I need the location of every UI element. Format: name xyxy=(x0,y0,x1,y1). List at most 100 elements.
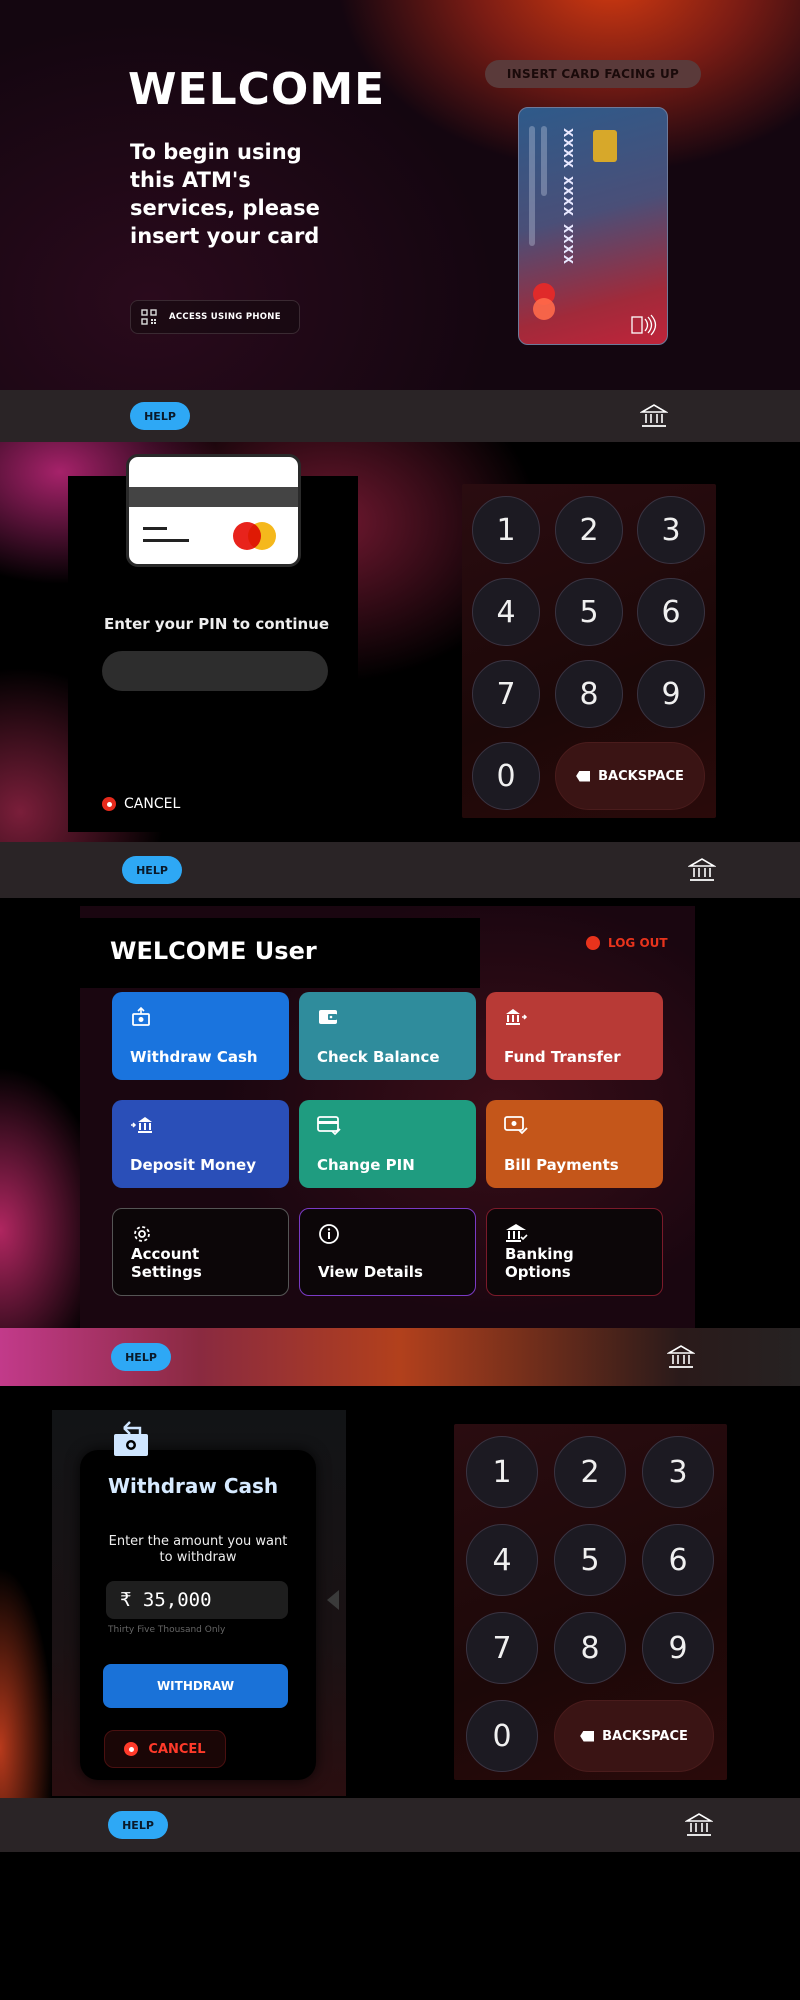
backspace-label: BACKSPACE xyxy=(602,1728,688,1744)
access-using-phone-label: ACCESS USING PHONE xyxy=(169,312,281,322)
welcome-title: WELCOME xyxy=(128,64,386,115)
key-7[interactable]: 7 xyxy=(466,1612,538,1684)
amount-input[interactable]: ₹ 35,000 xyxy=(106,1581,288,1619)
help-bar: HELP xyxy=(0,1328,800,1386)
menu-title: WELCOME User xyxy=(110,937,317,965)
welcome-screen xyxy=(0,0,800,390)
card-logo xyxy=(248,522,276,550)
bill-icon xyxy=(504,1116,528,1135)
bank-icon[interactable] xyxy=(688,857,716,883)
deposit-icon xyxy=(131,1117,152,1133)
key-4[interactable]: 4 xyxy=(472,578,540,646)
tile-withdraw-cash[interactable]: Withdraw Cash xyxy=(112,992,289,1080)
key-3[interactable]: 3 xyxy=(637,496,705,564)
card-line xyxy=(143,527,167,530)
withdraw-title: Withdraw Cash xyxy=(108,1474,279,1498)
tile-label: Fund Transfer xyxy=(504,1048,621,1066)
tile-label: Change PIN xyxy=(317,1156,415,1174)
key-1[interactable]: 1 xyxy=(472,496,540,564)
backspace-button[interactable]: BACKSPACE xyxy=(554,1700,714,1772)
backspace-icon xyxy=(576,770,591,782)
key-0[interactable]: 0 xyxy=(466,1700,538,1772)
key-8[interactable]: 8 xyxy=(555,660,623,728)
welcome-subtitle: To begin using this ATM's services, plea… xyxy=(130,140,320,248)
withdraw-button[interactable]: WITHDRAW xyxy=(103,1664,288,1708)
key-5[interactable]: 5 xyxy=(555,578,623,646)
backspace-icon xyxy=(580,1730,595,1742)
key-9[interactable]: 9 xyxy=(642,1612,714,1684)
bank-transfer-icon xyxy=(506,1009,528,1025)
card-number-group: XXXX xyxy=(561,176,575,218)
key-6[interactable]: 6 xyxy=(637,578,705,646)
info-icon xyxy=(319,1224,339,1244)
card-inserted-illustration xyxy=(126,454,301,567)
key-1[interactable]: 1 xyxy=(466,1436,538,1508)
key-8[interactable]: 8 xyxy=(554,1612,626,1684)
key-9[interactable]: 9 xyxy=(637,660,705,728)
key-7[interactable]: 7 xyxy=(472,660,540,728)
cancel-button[interactable]: CANCEL xyxy=(102,796,180,812)
cancel-icon xyxy=(102,797,116,811)
key-0[interactable]: 0 xyxy=(472,742,540,810)
cancel-icon xyxy=(124,1742,139,1756)
card-number-group: XXXX xyxy=(561,128,575,170)
help-button[interactable]: HELP xyxy=(111,1343,171,1371)
pin-input[interactable] xyxy=(102,651,328,691)
card-pin-icon xyxy=(317,1116,341,1136)
tile-banking-options[interactable]: Banking Options xyxy=(486,1208,663,1296)
qr-code-icon xyxy=(141,309,157,325)
tile-label: Withdraw Cash xyxy=(130,1048,258,1066)
tile-check-balance[interactable]: Check Balance xyxy=(299,992,476,1080)
tile-label: Check Balance xyxy=(317,1048,440,1066)
cancel-label: CANCEL xyxy=(124,796,181,812)
help-button[interactable]: HELP xyxy=(130,402,190,430)
bank-options-icon xyxy=(506,1224,528,1242)
cancel-button[interactable]: CANCEL xyxy=(104,1730,226,1768)
access-using-phone-button[interactable]: ACCESS USING PHONE xyxy=(130,300,300,334)
tile-account-settings[interactable]: Account Settings xyxy=(112,1208,289,1296)
insert-card-badge: INSERT CARD FACING UP xyxy=(485,60,701,88)
logout-label: LOG OUT xyxy=(608,936,668,950)
keypad: 1 2 3 4 5 6 7 8 9 0 BACKSPACE xyxy=(454,1424,727,1780)
help-button[interactable]: HELP xyxy=(108,1811,168,1839)
key-6[interactable]: 6 xyxy=(642,1524,714,1596)
cancel-label: CANCEL xyxy=(148,1741,206,1757)
card-stripe xyxy=(541,126,547,196)
help-bar: HELP xyxy=(0,1798,800,1852)
tile-fund-transfer[interactable]: Fund Transfer xyxy=(486,992,663,1080)
bank-card-illustration: XXXX XXXX XXXX xyxy=(518,107,668,345)
pin-prompt: Enter your PIN to continue xyxy=(104,615,330,633)
key-4[interactable]: 4 xyxy=(466,1524,538,1596)
bank-icon[interactable] xyxy=(685,1812,713,1838)
panel-pointer xyxy=(327,1590,339,1610)
tile-deposit-money[interactable]: Deposit Money xyxy=(112,1100,289,1188)
key-2[interactable]: 2 xyxy=(555,496,623,564)
bank-icon[interactable] xyxy=(667,1344,695,1370)
key-2[interactable]: 2 xyxy=(554,1436,626,1508)
tile-label: Bill Payments xyxy=(504,1156,619,1174)
key-5[interactable]: 5 xyxy=(554,1524,626,1596)
cash-withdraw-icon xyxy=(132,1006,150,1026)
keypad: 1 2 3 4 5 6 7 8 9 0 BACKSPACE xyxy=(462,484,716,818)
card-line xyxy=(143,539,189,542)
tile-label: Account Settings xyxy=(131,1245,202,1281)
tile-label: View Details xyxy=(318,1263,423,1281)
tile-label: Banking Options xyxy=(505,1245,574,1281)
help-button[interactable]: HELP xyxy=(122,856,182,884)
tile-view-details[interactable]: View Details xyxy=(299,1208,476,1296)
key-3[interactable]: 3 xyxy=(642,1436,714,1508)
tile-change-pin[interactable]: Change PIN xyxy=(299,1100,476,1188)
backspace-label: BACKSPACE xyxy=(598,768,684,784)
card-number-group: XXXX xyxy=(561,224,575,266)
gear-icon xyxy=(134,1226,150,1242)
tile-label: Deposit Money xyxy=(130,1156,256,1174)
logout-button[interactable]: LOG OUT xyxy=(586,936,668,950)
amount-in-words: Thirty Five Thousand Only xyxy=(108,1625,226,1635)
card-logo xyxy=(533,298,555,320)
tile-bill-payments[interactable]: Bill Payments xyxy=(486,1100,663,1188)
contactless-icon xyxy=(631,314,657,336)
bank-icon[interactable] xyxy=(640,403,668,429)
backspace-button[interactable]: BACKSPACE xyxy=(555,742,705,810)
help-bar: HELP xyxy=(0,842,800,898)
withdraw-description: Enter the amount you want to withdraw xyxy=(108,1534,288,1565)
